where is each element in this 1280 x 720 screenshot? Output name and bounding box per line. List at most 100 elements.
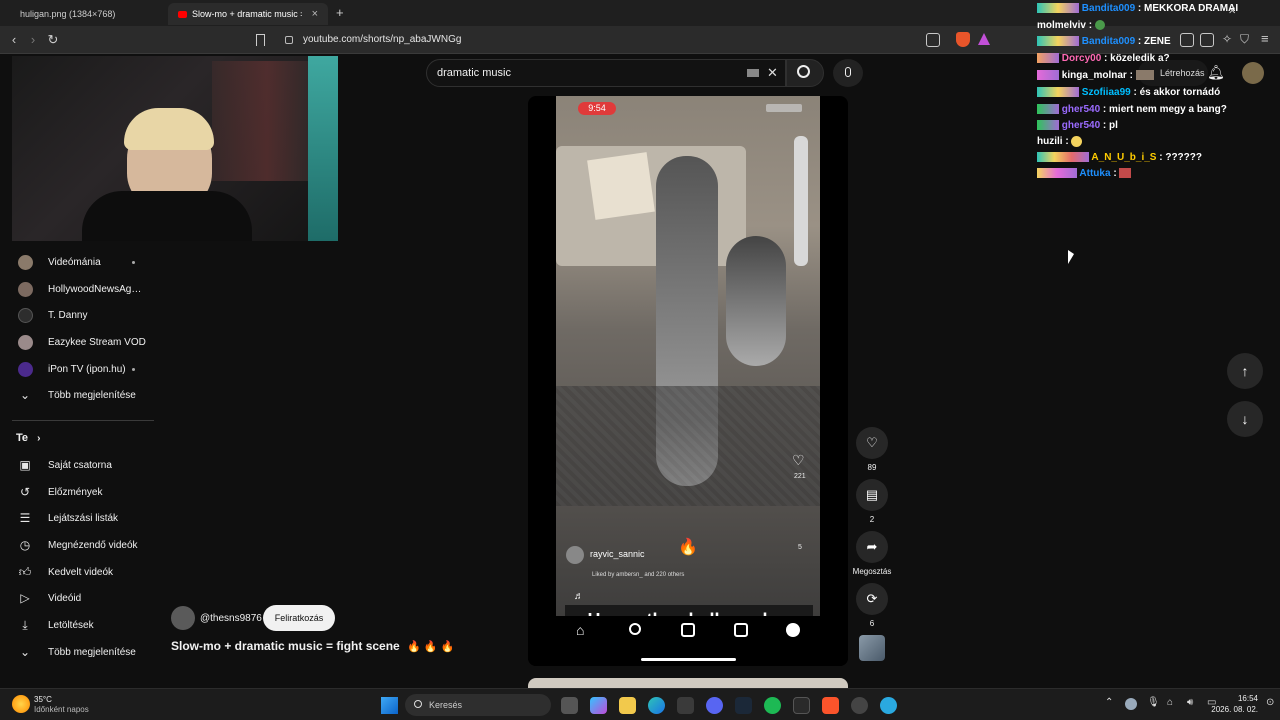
menu-icon[interactable]: ≡ <box>1261 31 1269 46</box>
tab-youtube-short[interactable]: Slow-mo + dramatic music = fight scene × <box>168 3 328 25</box>
liked-by: Liked by ambersn_ and 220 others <box>592 572 685 578</box>
next-short-button[interactable]: ↓ <box>1227 401 1263 437</box>
volume-icon[interactable]: 🔊︎ <box>1187 697 1193 708</box>
tab-image[interactable]: huligan.png (1384×768) <box>10 3 165 25</box>
notification-center-icon[interactable]: ⊙ <box>1266 697 1274 708</box>
site-info-icon[interactable] <box>285 36 293 44</box>
keyboard-icon[interactable] <box>747 69 759 77</box>
bookmark-icon[interactable] <box>256 34 265 46</box>
back-icon[interactable]: ‹ <box>6 32 22 48</box>
url-field[interactable]: youtube.com/shorts/np_abaJWNGg <box>275 30 915 50</box>
voice-search-button[interactable] <box>833 59 863 87</box>
new-tab-button[interactable]: + <box>336 5 344 20</box>
chat-badges-icon <box>1037 53 1059 64</box>
subscribe-button[interactable]: Feliratkozás <box>263 605 335 631</box>
microphone-icon[interactable]: 🎙︎ <box>1147 697 1160 708</box>
telegram-icon[interactable] <box>880 697 897 714</box>
taskbar-search[interactable]: Keresés <box>405 694 551 716</box>
steam-icon[interactable] <box>735 697 752 714</box>
sidebar-item-label: iPon TV (ipon.hu) <box>48 363 126 375</box>
weather-desc[interactable]: Időnként napos <box>34 705 89 714</box>
brave-rewards-icon[interactable] <box>978 33 990 45</box>
weather-icon[interactable] <box>12 695 30 713</box>
home-indicator <box>641 658 736 661</box>
sidebar-item-hollywoodnews[interactable]: HollywoodNewsAg… <box>12 276 157 302</box>
chat-badges-icon <box>1037 168 1077 179</box>
like-button[interactable]: ♡ <box>856 427 888 459</box>
sound-thumbnail[interactable] <box>859 635 885 661</box>
emote-icon <box>1119 168 1132 179</box>
windows-start-icon[interactable] <box>381 697 398 714</box>
chat-text: miert nem megy a bang? <box>1109 104 1227 115</box>
cast-icon[interactable] <box>926 33 940 47</box>
channel-name[interactable]: @thesns9876 <box>200 613 262 624</box>
sidebar-item-watch-later[interactable]: ◷ Megnézendő videók <box>12 532 157 558</box>
copilot-icon[interactable] <box>590 697 607 714</box>
streamer-hair <box>124 108 214 150</box>
chat-badges-icon <box>1037 3 1079 14</box>
close-icon[interactable]: × <box>312 8 318 20</box>
app-icon-2[interactable] <box>851 697 868 714</box>
account-avatar[interactable] <box>1242 62 1264 84</box>
brave-icon[interactable] <box>822 697 839 714</box>
sidebar-show-more[interactable]: ⌄ Több megjelenítése <box>12 382 157 408</box>
search-input[interactable]: dramatic music ✕ <box>426 59 786 87</box>
file-explorer-icon[interactable] <box>619 697 636 714</box>
short-player[interactable]: 9:54 rayvic_sannic Liked by ambersn_ and… <box>528 96 848 666</box>
you-label: Te <box>16 432 29 444</box>
chat-user: Szofiiaa99 <box>1081 87 1131 98</box>
comments-button[interactable]: ▤ <box>856 479 888 511</box>
poster-avatar <box>566 546 584 564</box>
comment-count: 2 <box>869 515 875 524</box>
spotify-icon[interactable] <box>764 697 781 714</box>
forward-icon[interactable]: › <box>25 32 41 48</box>
sidebar-item-liked-videos[interactable]: 👍︎ Kedvelt videók <box>12 559 157 585</box>
sidebar-item-ipon[interactable]: iPon TV (ipon.hu) <box>12 356 157 382</box>
leo-ai-icon[interactable]: ✧ <box>1222 32 1232 46</box>
sidebar-item-downloads[interactable]: ⤓ Letöltések <box>12 612 157 638</box>
task-view-icon[interactable] <box>561 697 578 714</box>
you-section-header[interactable]: Te › <box>16 432 40 444</box>
chat-user: Attuka <box>1079 168 1111 179</box>
sidebar-item-eazykee[interactable]: Eazykee Stream VOD <box>12 329 157 355</box>
sidebar-item-history[interactable]: ↺ Előzmények <box>12 479 157 505</box>
search-button[interactable] <box>786 59 824 87</box>
phone-time: 9:54 <box>578 102 616 115</box>
taskbar-search-label: Keresés <box>429 700 463 710</box>
edge-icon[interactable] <box>648 697 665 714</box>
share-button[interactable]: ➦ <box>856 531 888 563</box>
weather-temp[interactable]: 35°C <box>34 695 52 704</box>
search-icon <box>797 65 810 78</box>
clear-icon[interactable]: ✕ <box>767 60 778 86</box>
webcam-overlay <box>12 56 338 241</box>
tray-icon[interactable] <box>1125 698 1137 710</box>
clock-time[interactable]: 16:54 <box>1228 694 1258 703</box>
avatar <box>18 361 33 377</box>
wallet-icon[interactable] <box>1200 33 1214 47</box>
reload-icon[interactable]: ↻ <box>45 32 61 48</box>
clock-date[interactable]: 2026. 08. 02. <box>1206 705 1258 714</box>
previous-short-button[interactable]: ↑ <box>1227 353 1263 389</box>
chat-message: Bandita009 : ZENE <box>1037 36 1171 47</box>
sidebar-item-playlists[interactable]: ☰ Lejátszási listák <box>12 505 157 531</box>
store-icon[interactable] <box>677 697 694 714</box>
remix-button[interactable]: ⟳ <box>856 583 888 615</box>
app-icon[interactable] <box>793 697 810 714</box>
notifications-icon[interactable]: 🔔︎ <box>1207 64 1225 81</box>
sidebar-item-tdanny[interactable]: T. Danny <box>12 302 157 328</box>
chat-badges-icon <box>1037 70 1059 81</box>
discord-icon[interactable] <box>706 697 723 714</box>
sidebar-item-your-channel[interactable]: ▣ Saját csatorna <box>12 452 157 478</box>
chevron-down-icon: ⌄ <box>19 645 31 659</box>
tray-expand-icon[interactable]: ⌃ <box>1105 697 1113 708</box>
sidebar-item-videomania[interactable]: Videómánia <box>12 249 157 275</box>
network-icon[interactable]: ⌂ <box>1167 697 1173 708</box>
channel-avatar[interactable] <box>171 606 195 630</box>
fire-emoji-icon: 🔥 🔥 🔥 <box>407 641 455 653</box>
sidebar-show-more-2[interactable]: ⌄ Több megjelenítése <box>12 639 157 665</box>
vpn-icon[interactable]: ⛉ <box>1240 32 1249 47</box>
sidebar-toggle-icon[interactable] <box>1180 33 1194 47</box>
sidebar-item-your-videos[interactable]: ▷ Videóid <box>12 585 157 611</box>
dog-second-image <box>726 236 786 366</box>
brave-shield-icon[interactable] <box>956 32 970 47</box>
